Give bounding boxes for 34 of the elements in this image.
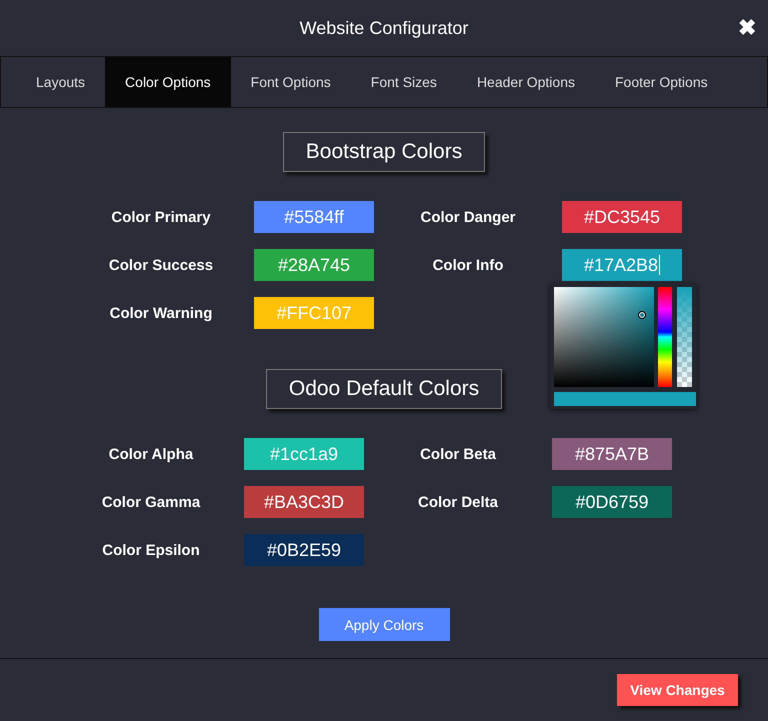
field-label: Color Danger [419, 208, 516, 226]
tab[interactable]: Footer Options [595, 57, 728, 107]
hue-slider[interactable] [658, 287, 672, 387]
color-field[interactable]: #5584ff [254, 201, 374, 233]
color-field[interactable]: #875A7B [552, 438, 672, 470]
section-heading: Bootstrap Colors [282, 132, 486, 172]
tab[interactable]: Header Options [456, 57, 595, 107]
color-field[interactable]: #0D6759 [552, 486, 672, 518]
tab[interactable]: Layouts [16, 57, 106, 107]
picker-handle[interactable] [639, 312, 645, 318]
color-picker[interactable] [550, 283, 697, 409]
color-field[interactable]: #17A2B8 [562, 249, 682, 281]
section-heading: Odoo Default Colors [266, 369, 502, 409]
close-button[interactable]: ✖ [738, 17, 756, 39]
color-field[interactable]: #DC3545 [562, 201, 682, 233]
apply-colors-button[interactable]: Apply Colors [318, 608, 450, 641]
tab[interactable]: Color Options [105, 57, 231, 107]
color-field[interactable]: #28A745 [254, 249, 374, 281]
tab[interactable]: Font Sizes [350, 57, 457, 107]
field-label: Color Alpha [108, 446, 194, 462]
field-label: Color Warning [108, 304, 214, 322]
tab[interactable]: Font Options [230, 57, 351, 107]
field-label: Color Primary [110, 208, 212, 226]
window-title: Website Configurator [300, 18, 468, 38]
field-label: Color Delta [416, 494, 499, 510]
color-field[interactable]: #0B2E59 [244, 534, 364, 566]
field-label: Color Info [432, 256, 504, 274]
field-label: Color Epsilon [101, 542, 201, 558]
field-label: Color Beta [419, 446, 497, 462]
field-label: Color Gamma [100, 494, 202, 510]
alpha-slider[interactable] [677, 287, 692, 387]
view-changes-button[interactable]: View Changes [617, 674, 738, 706]
field-label: Color Success [108, 256, 214, 274]
color-field[interactable]: #BA3C3D [244, 486, 364, 518]
